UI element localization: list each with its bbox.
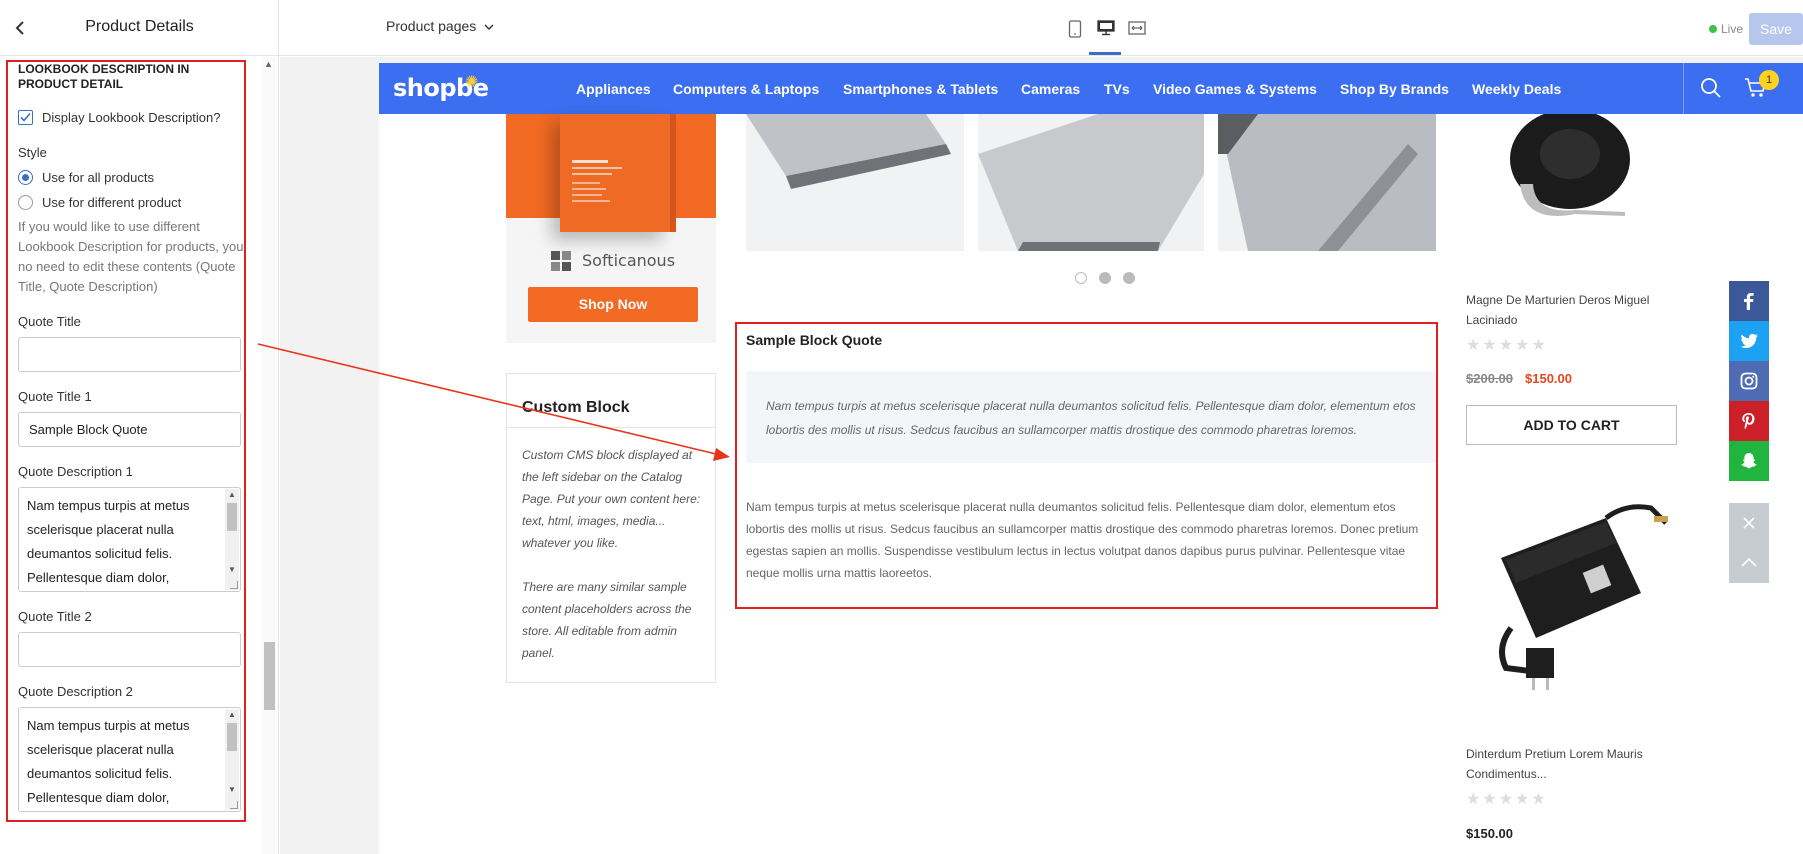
nav-weekly-deals[interactable]: Weekly Deals [1472, 81, 1561, 97]
live-status-dot [1709, 25, 1717, 33]
instagram-icon [1740, 372, 1758, 390]
quote-title-input[interactable] [18, 337, 241, 372]
quote-title-label: Quote Title [18, 314, 81, 329]
divider [507, 427, 715, 428]
twitter-share-button[interactable] [1729, 321, 1769, 361]
banner-brand: Softicanous [582, 251, 676, 270]
quote-desc1-textarea[interactable]: Nam tempus turpis at metus scelerisque p… [18, 487, 241, 592]
shop-now-button[interactable]: Shop Now [528, 287, 698, 322]
quote-desc2-label: Quote Description 2 [18, 684, 133, 699]
charger-product-image[interactable] [1466, 498, 1676, 698]
style-option-different: Use for different product [42, 195, 182, 210]
quote-title: Sample Block Quote [746, 332, 883, 348]
quote-desc1-text: Nam tempus turpis at metus scelerisque p… [27, 498, 190, 585]
product-name[interactable]: Magne De Marturien Deros Miguel Laciniad… [1466, 290, 1666, 330]
style-radio-all[interactable] [18, 170, 33, 185]
active-device-indicator [1089, 52, 1121, 55]
carousel-dot[interactable] [1075, 272, 1087, 284]
style-label: Style [18, 145, 47, 160]
search-icon[interactable] [1700, 77, 1722, 99]
style-option-all: Use for all products [42, 170, 154, 185]
instagram-share-button[interactable] [1729, 361, 1769, 401]
nav-tvs[interactable]: TVs [1104, 81, 1130, 97]
product-image[interactable] [1218, 114, 1436, 251]
twitter-icon [1740, 333, 1758, 349]
chevron-up-icon [1741, 557, 1757, 567]
quote-desc2-text: Nam tempus turpis at metus scelerisque p… [27, 718, 190, 805]
resize-handle-icon[interactable] [230, 801, 238, 809]
snapchat-share-button[interactable] [1729, 441, 1769, 481]
custom-block-text: There are many similar sample content pl… [522, 580, 692, 660]
save-button[interactable]: Save [1749, 13, 1803, 45]
nav-computers[interactable]: Computers & Laptops [673, 81, 819, 97]
quote-title1-input[interactable]: Sample Block Quote [18, 412, 241, 447]
nav-divider [1683, 63, 1684, 114]
page-type-select[interactable]: Product pages [386, 18, 494, 34]
chevron-down-icon [484, 24, 494, 30]
quote-title1-label: Quote Title 1 [18, 389, 92, 404]
facebook-share-button[interactable] [1729, 281, 1769, 321]
custom-block-title: Custom Block [522, 399, 630, 416]
live-status-label: Live [1721, 22, 1744, 36]
custom-block-text: Custom CMS block displayed at the left s… [522, 448, 701, 550]
cart-count-badge: 1 [1759, 70, 1779, 90]
facebook-icon [1744, 293, 1754, 310]
carousel-dot[interactable] [1099, 272, 1111, 284]
fullwidth-view-icon[interactable] [1128, 20, 1146, 36]
old-price: $200.00 [1466, 371, 1513, 386]
scroll-top-button[interactable] [1729, 543, 1769, 583]
display-lookbook-label: Display Lookbook Description? [42, 110, 221, 125]
quote-desc1-label: Quote Description 1 [18, 464, 133, 479]
section-heading: LOOKBOOK DESCRIPTION IN PRODUCT DETAIL [18, 62, 190, 91]
quote-title2-label: Quote Title 2 [18, 609, 92, 624]
display-lookbook-checkbox[interactable] [18, 110, 33, 125]
rating-stars-icon: ★★★★★ [1466, 791, 1548, 808]
product-image[interactable] [746, 114, 964, 251]
panel-title: Product Details [85, 18, 194, 35]
quote-desc2-textarea[interactable]: Nam tempus turpis at metus scelerisque p… [18, 707, 241, 812]
textarea-scrollbar[interactable]: ▲ ▼ [225, 709, 239, 810]
nav-smartphones[interactable]: Smartphones & Tablets [843, 81, 998, 97]
product-name[interactable]: Dinterdum Pretium Lorem Mauris Condiment… [1466, 744, 1666, 784]
product-image[interactable] [978, 114, 1204, 251]
product-price: $150.00 [1466, 826, 1513, 841]
nav-cameras[interactable]: Cameras [1021, 81, 1080, 97]
help-text: If you would like to use different Lookb… [18, 219, 244, 294]
nav-appliances[interactable]: Appliances [576, 81, 651, 97]
textarea-scrollbar[interactable]: ▲ ▼ [225, 489, 239, 590]
rating-stars-icon: ★★★★★ [1466, 337, 1548, 354]
panel-header: Product Details [0, 0, 279, 56]
desktop-view-icon[interactable] [1097, 20, 1115, 36]
pinterest-icon [1742, 413, 1755, 430]
close-share-button[interactable] [1729, 503, 1769, 543]
panel-scrollbar[interactable]: ▲ [262, 57, 276, 854]
carousel-dot[interactable] [1123, 272, 1135, 284]
resize-handle-icon[interactable] [230, 581, 238, 589]
nav-brands[interactable]: Shop By Brands [1340, 81, 1449, 97]
page-type-label: Product pages [386, 18, 477, 34]
quote-title2-input[interactable] [18, 632, 241, 667]
box-text-lines [572, 160, 622, 202]
quote-italic-text: Nam tempus turpis at metus scelerisque p… [766, 399, 1416, 437]
top-toolbar [279, 0, 1803, 56]
softicanous-logo-icon [551, 251, 571, 271]
nav-video-games[interactable]: Video Games & Systems [1153, 81, 1317, 97]
style-radio-different[interactable] [18, 195, 33, 210]
snapchat-icon [1741, 453, 1757, 469]
speaker-product-image[interactable] [1465, 114, 1675, 234]
mobile-view-icon[interactable] [1068, 20, 1086, 38]
add-to-cart-button[interactable]: ADD TO CART [1466, 405, 1677, 445]
sale-price: $150.00 [1525, 371, 1572, 386]
quote-body-text: Nam tempus turpis at metus scelerisque p… [746, 500, 1419, 580]
pinterest-share-button[interactable] [1729, 401, 1769, 441]
close-icon [1743, 517, 1755, 529]
logo-sun-icon: ✺ [465, 74, 479, 91]
